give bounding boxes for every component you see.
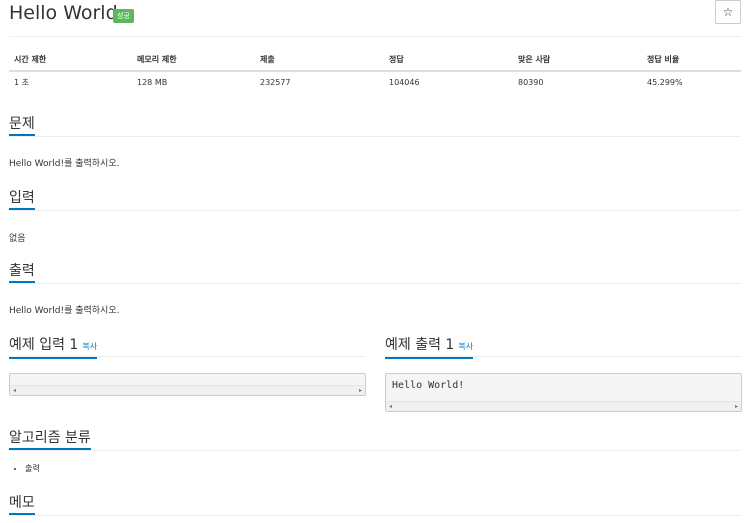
copy-sample-output-link[interactable]: 복사 [458, 342, 473, 351]
table-cell: 104046 [389, 78, 420, 87]
table-header-row: 시간 제한 메모리 제한 제출 정답 맞은 사람 정답 비율 [9, 49, 741, 72]
memo-section-heading: 메모 [9, 494, 35, 515]
divider [385, 356, 741, 357]
sample-input-box[interactable]: ◂ ▸ [9, 373, 366, 396]
table-row: 1 초 128 MB 232577 104046 80390 45.299% [9, 71, 741, 93]
algorithm-section-heading: 알고리즘 분류 [9, 429, 91, 450]
output-description: Hello World!를 출력하시오. [9, 306, 120, 316]
table-header-cell: 맞은 사람 [513, 49, 642, 72]
problem-description: Hello World!를 출력하시오. [9, 159, 120, 169]
input-heading-text: 입력 [9, 190, 35, 206]
divider [9, 283, 741, 284]
scroll-left-arrow-icon[interactable]: ◂ [389, 403, 392, 410]
input-section-heading: 입력 [9, 189, 35, 210]
divider [9, 450, 741, 451]
table-header-cell: 정답 비율 [642, 49, 741, 72]
heading-underline [385, 357, 474, 359]
heading-underline [9, 357, 98, 359]
output-section-heading: 출력 [9, 262, 35, 283]
scroll-right-arrow-icon[interactable]: ▸ [359, 387, 362, 394]
algorithm-tag-list: 출력 [9, 461, 40, 477]
problem-info-table: 시간 제한 메모리 제한 제출 정답 맞은 사람 정답 비율 1 초 128 M… [9, 49, 741, 93]
scroll-left-arrow-icon[interactable]: ◂ [13, 387, 16, 394]
table-header-cell: 시간 제한 [9, 49, 132, 72]
table-header-cell: 정답 [384, 49, 513, 72]
sample-output-heading-text: 예제 출력 1 [385, 337, 455, 353]
horizontal-scrollbar[interactable]: ◂ ▸ [10, 385, 365, 395]
table-cell: 1 초 [14, 78, 29, 87]
problem-heading-text: 문제 [9, 116, 35, 132]
table-cell: 45.299% [647, 78, 683, 87]
sample-input-heading-text: 예제 입력 1 [9, 337, 79, 353]
divider [9, 136, 741, 137]
star-icon: ☆ [722, 5, 734, 19]
star-button[interactable]: ☆ [715, 0, 741, 24]
table-cell: 232577 [260, 78, 291, 87]
memo-heading-text: 메모 [9, 495, 35, 511]
problem-title: Hello World [9, 2, 118, 24]
output-heading-text: 출력 [9, 263, 35, 279]
problem-section-heading: 문제 [9, 115, 35, 136]
table-cell: 128 MB [137, 78, 168, 87]
sample-output-code: Hello World! [392, 380, 465, 391]
table-header-cell: 메모리 제한 [132, 49, 255, 72]
status-badge: 성공 [113, 9, 134, 23]
problem-header: Hello World 성공 ☆ [9, 0, 741, 37]
horizontal-scrollbar[interactable]: ◂ ▸ [386, 401, 741, 411]
algorithm-tag[interactable]: 출력 [25, 461, 40, 477]
algorithm-heading-text: 알고리즘 분류 [9, 430, 91, 446]
scroll-right-arrow-icon[interactable]: ▸ [735, 403, 738, 410]
table-cell: 80390 [518, 78, 544, 87]
divider [9, 356, 365, 357]
input-description: 없음 [9, 234, 26, 244]
divider [9, 210, 741, 211]
table-header-cell: 제출 [255, 49, 384, 72]
sample-output-box[interactable]: Hello World! ◂ ▸ [385, 373, 742, 412]
divider [9, 515, 741, 516]
copy-sample-input-link[interactable]: 복사 [82, 342, 97, 351]
